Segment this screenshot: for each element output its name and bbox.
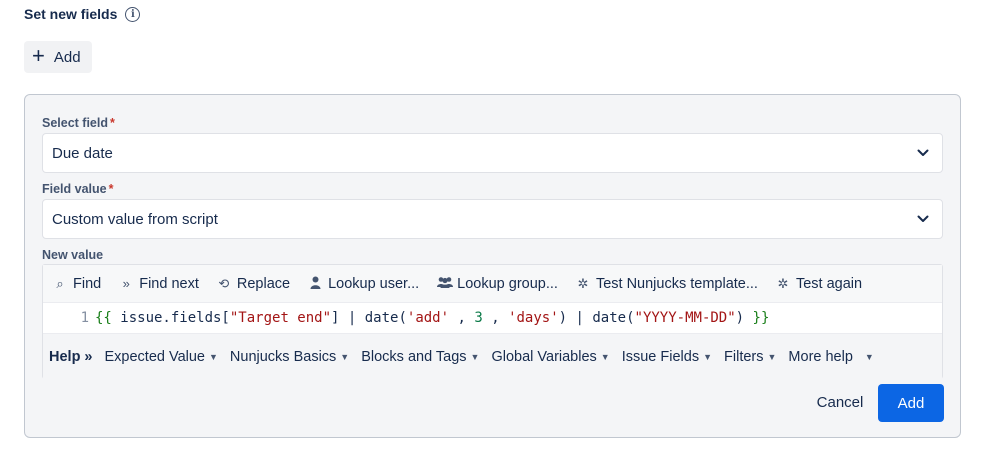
section-title-text: Set new fields	[24, 6, 118, 22]
code-editor[interactable]: ⌕ Find » Find next ⟲ Replace Lookup user…	[42, 264, 943, 379]
find-next-button[interactable]: » Find next	[119, 276, 199, 292]
select-field-dropdown[interactable]: Due date	[42, 133, 943, 173]
find-button[interactable]: ⌕ Find	[53, 276, 101, 292]
chevron-down-icon	[916, 146, 930, 160]
editor-toolbar: ⌕ Find » Find next ⟲ Replace Lookup user…	[43, 265, 942, 303]
help-expected-value[interactable]: Expected Value ▼	[105, 349, 218, 365]
add-button[interactable]: Add	[878, 384, 944, 422]
field-value-label: Field value *	[42, 182, 114, 196]
info-icon[interactable]: i	[125, 6, 141, 22]
add-field-label: Add	[53, 48, 81, 66]
plus-icon: +	[32, 43, 45, 68]
help-issue-fields[interactable]: Issue Fields ▼	[622, 349, 712, 365]
replace-icon: ⟲	[218, 275, 230, 291]
code-line[interactable]: 1 {{ issue.fields["Target end"] | date('…	[43, 303, 942, 333]
chevron-down-icon: ▼	[767, 351, 777, 362]
find-next-icon: »	[122, 276, 130, 291]
code-text[interactable]: {{ issue.fields["Target end"] | date('ad…	[95, 310, 769, 326]
new-value-label: New value	[42, 248, 104, 262]
line-number: 1	[80, 310, 89, 326]
replace-button[interactable]: ⟲ Replace	[217, 276, 290, 292]
section-title: Set new fields i	[24, 6, 141, 22]
double-chevron-right-icon: »	[84, 348, 93, 365]
add-field-button[interactable]: + Add	[24, 41, 92, 73]
bug-icon: ✲	[777, 275, 789, 291]
help-nunjucks-basics[interactable]: Nunjucks Basics ▼	[230, 349, 349, 365]
lookup-group-button[interactable]: Lookup group...	[437, 276, 558, 292]
required-marker: *	[110, 116, 115, 130]
test-template-button[interactable]: ✲ Test Nunjucks template...	[576, 276, 758, 292]
chevron-down-icon: ▼	[340, 351, 350, 362]
chevron-down-icon: ▼	[600, 351, 610, 362]
field-config-panel: Select field * Due date Field value * Cust…	[24, 94, 961, 438]
chevron-down-icon: ▼	[703, 351, 713, 362]
group-icon	[437, 276, 454, 291]
help-global-variables[interactable]: Global Variables ▼	[491, 349, 609, 365]
select-field-label: Select field *	[42, 116, 115, 130]
search-icon: ⌕	[56, 275, 64, 291]
test-again-button[interactable]: ✲ Test again	[776, 275, 863, 292]
help-filters[interactable]: Filters ▼	[724, 349, 776, 365]
chevron-down-icon: ▼	[209, 351, 218, 362]
lookup-user-button[interactable]: Lookup user...	[308, 276, 419, 292]
chevron-down-icon	[916, 212, 930, 226]
field-value-dropdown[interactable]: Custom value from script	[42, 199, 943, 239]
help-blocks-and-tags[interactable]: Blocks and Tags ▼	[361, 349, 479, 365]
help-more-help[interactable]: More help ▼	[788, 349, 873, 365]
select-field-value: Due date	[52, 144, 113, 162]
help-label: Help»	[49, 348, 93, 365]
bug-icon: ✲	[577, 275, 589, 291]
required-marker: *	[108, 182, 114, 196]
chevron-down-icon: ▼	[470, 351, 480, 362]
user-icon	[308, 276, 322, 292]
help-bar: Help» Expected Value ▼ Nunjucks Basics ▼ B…	[43, 333, 942, 379]
cancel-button[interactable]: Cancel	[808, 384, 872, 420]
field-value-value: Custom value from script	[52, 210, 218, 228]
chevron-down-icon: ▼	[864, 351, 874, 362]
